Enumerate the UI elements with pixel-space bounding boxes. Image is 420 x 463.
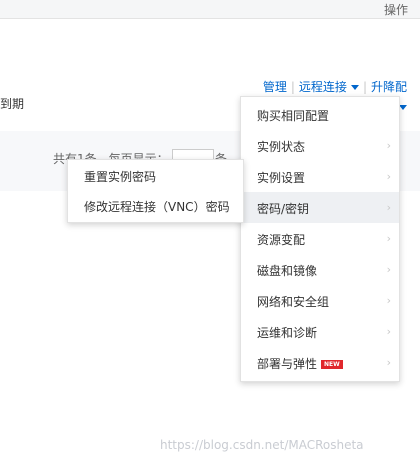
manage-link[interactable]: 管理 [263,80,287,94]
menu-item-text: 部署与弹性 [257,357,318,371]
menu-item-label: 实例状态 [257,140,306,154]
expire-text: 到期 [0,97,25,111]
separator: | [362,80,367,94]
more-menu: 购买相同配置 实例状态 › 实例设置 › 密码/密钥 › 资源变配 › 磁盘和镜… [240,96,400,382]
table-header: 操作 [0,0,420,19]
chevron-right-icon: › [386,170,391,183]
menu-item-resource-change[interactable]: 资源变配 › [241,223,399,254]
operation-column-header: 操作 [383,3,408,17]
chevron-right-icon: › [386,294,391,307]
menu-item-label: 运维和诊断 [257,326,318,340]
separator: | [290,80,295,94]
menu-item-label: 资源变配 [257,233,306,247]
menu-item-label: 实例设置 [257,171,306,185]
chevron-right-icon: › [386,232,391,245]
menu-item-buy-same[interactable]: 购买相同配置 [241,99,399,130]
chevron-right-icon: › [386,201,391,214]
menu-item-label: 部署与弹性 NEW [257,355,343,372]
menu-item-label: 磁盘和镜像 [257,264,318,278]
password-submenu: 重置实例密码 修改远程连接（VNC）密码 [67,159,244,223]
menu-item-label: 密码/密钥 [257,202,310,216]
menu-item-deploy-elastic[interactable]: 部署与弹性 NEW › [241,347,399,378]
caret-down-icon [350,85,359,90]
menu-item-disk-image[interactable]: 磁盘和镜像 › [241,254,399,285]
menu-item-label: 购买相同配置 [257,109,330,123]
row-actions-primary: 管理 | 远程连接 | 升降配 [263,78,407,95]
chevron-right-icon: › [386,263,391,276]
menu-item-password-key[interactable]: 密码/密钥 › [241,192,399,223]
chevron-right-icon: › [386,325,391,338]
menu-item-instance-settings[interactable]: 实例设置 › [241,161,399,192]
modify-vnc-password[interactable]: 修改远程连接（VNC）密码 [84,198,230,215]
menu-item-ops-diagnosis[interactable]: 运维和诊断 › [241,316,399,347]
reset-instance-password[interactable]: 重置实例密码 [84,168,156,185]
new-badge: NEW [321,360,343,369]
remote-connect-dropdown[interactable]: 远程连接 [299,80,359,94]
upgrade-link[interactable]: 升降配 [371,80,407,94]
caret-down-icon [399,105,407,110]
menu-item-label: 网络和安全组 [257,295,330,309]
menu-item-instance-status[interactable]: 实例状态 › [241,130,399,161]
chevron-right-icon: › [386,139,391,152]
remote-connect-label: 远程连接 [298,80,347,94]
chevron-right-icon: › [386,356,391,369]
menu-item-network-security[interactable]: 网络和安全组 › [241,285,399,316]
watermark: https://blog.csdn.net/MACRosheta [160,438,364,452]
